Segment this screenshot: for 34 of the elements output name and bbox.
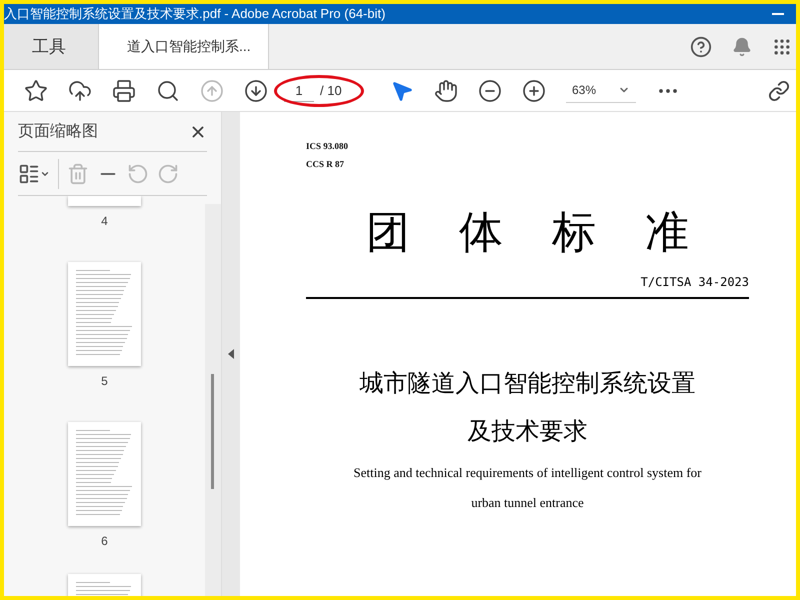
collapse-arrow-icon [228, 349, 234, 359]
page-number: 4 [101, 213, 108, 230]
ccs-code: CCS R 87 [306, 158, 346, 170]
share-link-icon[interactable] [768, 80, 790, 102]
document-tab[interactable]: 道入口智能控制系... [99, 24, 269, 69]
scrollbar-thumb[interactable] [211, 374, 214, 489]
page-count: / 10 [320, 82, 342, 100]
panel-title: 页面缩略图 [18, 122, 98, 142]
apps-grid-icon[interactable] [772, 36, 792, 56]
list-options-icon[interactable] [18, 158, 59, 188]
bell-icon[interactable] [732, 36, 752, 56]
document-title: 及技术要求 [468, 416, 588, 447]
heading-character: 标 [552, 211, 596, 255]
help-icon[interactable] [690, 36, 712, 58]
page-thumbnail[interactable] [68, 262, 141, 366]
page-thumbnail[interactable] [68, 196, 141, 206]
panel-toggle[interactable] [222, 112, 240, 596]
page-number: 5 [101, 373, 108, 390]
page-number: 6 [101, 533, 108, 550]
heading-character: 体 [459, 211, 503, 255]
document-title: 城市隧道入口智能控制系统设置 [360, 368, 696, 399]
window-title: 入口智能控制系统设置及技术要求.pdf - Adobe Acrobat Pro (64-bit) [4, 5, 386, 24]
standard-number: T/CITSA 34-2023 [640, 274, 749, 291]
zoom-dropdown[interactable]: 63% [566, 78, 636, 102]
heading-character: 团 [366, 211, 410, 255]
ics-code: ICS 93.080 [306, 140, 350, 153]
tab-label: 道入口智能控制系... [127, 37, 251, 56]
page-number-field[interactable]: 1 [284, 80, 314, 102]
english-title: Setting and technical requirements of intelligent control system for [353, 464, 702, 482]
tools-tab[interactable]: 工具 [4, 24, 99, 69]
tab-label: 工具 [32, 36, 66, 58]
heading-character: 准 [645, 211, 689, 255]
page-thumbnail[interactable] [68, 422, 141, 526]
english-title: urban tunnel entrance [471, 494, 584, 512]
